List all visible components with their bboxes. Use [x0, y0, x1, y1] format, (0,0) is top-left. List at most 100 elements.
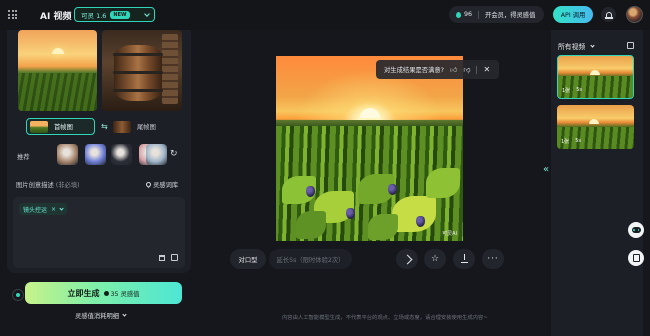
copy-icon[interactable]	[627, 42, 634, 49]
barrel-hoop	[113, 71, 163, 74]
more-icon: ···	[487, 254, 499, 264]
barrel-hoop	[113, 53, 163, 56]
lip-sync-button[interactable]: 对口型	[230, 249, 266, 269]
left-panel: 首帧图 ⇆ 尾帧图 推荐 ↻ 图片创意描述 (非必填) 灵感词库 镜头控运 ×	[7, 30, 191, 273]
recommend-thumb[interactable]	[146, 144, 167, 165]
generate-area: 立即生成 35 灵感值 灵感值消耗明细	[7, 280, 191, 336]
barrel-hoop	[113, 89, 163, 92]
avatar[interactable]	[626, 6, 643, 23]
video-preview[interactable]: 可灵AI	[276, 56, 463, 241]
bell-icon	[604, 11, 613, 19]
top-bar: AI 视频 可灵 1.6 NEW 96 开会员，得灵感值 API 调用	[0, 0, 650, 30]
tab-last-frame[interactable]: 尾帧图	[110, 118, 170, 135]
leaf-shape	[392, 196, 436, 232]
extend-button[interactable]: 延长5s（限时体验2次）	[269, 249, 352, 269]
thumb-down-icon[interactable]: 👎︎	[463, 65, 470, 74]
recommend-label: 推荐	[17, 154, 30, 161]
recommend-thumb[interactable]	[85, 144, 106, 165]
share-button[interactable]	[396, 249, 418, 269]
favorite-button[interactable]: ☆	[424, 249, 446, 269]
model-name: 可灵 1.6	[81, 11, 107, 20]
thumb-up-icon[interactable]: 👍︎	[450, 65, 457, 74]
more-button[interactable]: ···	[482, 249, 504, 269]
video-duration: 5s	[575, 138, 581, 144]
close-icon[interactable]: ×	[51, 206, 56, 213]
water-drop-icon	[456, 11, 461, 18]
tab-first-frame[interactable]: 首帧图	[26, 118, 95, 135]
description-label-text: 图片创意描述	[16, 182, 54, 189]
video-count: 1张	[562, 88, 571, 94]
video-count: 1张	[561, 139, 570, 145]
leaf-shape	[368, 214, 398, 240]
camera-tag-label: 镜头控运	[23, 206, 48, 214]
feedback-bar: 对生成结果是否满意? 👍︎ 👎︎ ✕	[376, 60, 499, 79]
vine-rows	[18, 73, 97, 111]
video-item[interactable]: 1张 5s	[557, 55, 634, 99]
first-frame-thumb	[30, 120, 48, 133]
sun-shape	[52, 48, 64, 54]
document-icon	[632, 254, 640, 262]
last-frame-image[interactable]	[102, 30, 182, 111]
description-input[interactable]: 镜头控运 ×	[13, 197, 185, 268]
edit-icon[interactable]	[171, 254, 178, 261]
leaf-shape	[296, 211, 326, 239]
footer-disclaimer: 内容由人工智能模型生成，不代表平台的观点、立场或态度，请合理安装使用生成内容~	[282, 315, 488, 321]
new-badge: NEW	[110, 10, 130, 19]
inspiration-link[interactable]: 灵感词库	[144, 180, 179, 189]
model-select[interactable]: 可灵 1.6 NEW	[74, 7, 155, 22]
download-icon	[460, 253, 468, 263]
recommend-thumb[interactable]	[57, 144, 78, 165]
last-frame-label: 尾帧图	[137, 124, 156, 131]
first-frame-label: 首帧图	[54, 124, 73, 131]
video-list-title-label: 所有视频	[558, 43, 586, 51]
grape-shape	[388, 184, 397, 195]
first-frame-image[interactable]	[18, 30, 97, 111]
menu-icon[interactable]	[8, 10, 17, 19]
refresh-icon[interactable]: ↻	[170, 149, 178, 159]
optional-hint: (非必填)	[55, 182, 80, 189]
chevron-down-icon[interactable]	[59, 205, 64, 211]
chevron-down-icon	[122, 312, 127, 317]
expand-left-icon[interactable]: «	[543, 164, 549, 175]
sun-shape	[589, 119, 599, 124]
recommend-thumb[interactable]	[111, 144, 132, 165]
divider	[476, 65, 478, 74]
robot-icon	[631, 227, 641, 233]
generate-cost: 35 灵感值	[103, 289, 140, 298]
download-button[interactable]	[453, 249, 475, 269]
mode-toggle-icon[interactable]	[12, 289, 24, 301]
chevron-down-icon	[590, 42, 595, 48]
video-duration: 5s	[576, 87, 582, 93]
video-meta: 1张 5s	[561, 138, 581, 145]
pin-icon	[144, 180, 153, 189]
close-icon[interactable]: ✕	[483, 65, 490, 74]
feedback-doc-button[interactable]	[628, 250, 644, 266]
watermark: 可灵AI	[442, 231, 457, 237]
generate-button[interactable]: 立即生成 35 灵感值	[25, 282, 182, 304]
camera-tag[interactable]: 镜头控运 ×	[19, 203, 68, 215]
right-panel: 所有视频 1张 5s 1张 5s	[551, 30, 643, 336]
generate-cost-value: 35 灵感值	[110, 290, 140, 298]
inspiration-link-label: 灵感词库	[153, 182, 179, 189]
app-title: AI 视频	[40, 12, 72, 22]
leaf-shape	[426, 168, 460, 198]
grape-shape	[416, 216, 425, 227]
grape-shape	[306, 186, 315, 197]
sun-shape	[590, 70, 600, 75]
swap-icon[interactable]: ⇆	[101, 122, 108, 131]
credit-box[interactable]: 96 开会员，得灵感值	[449, 6, 544, 23]
assistant-button[interactable]	[628, 222, 644, 238]
video-item[interactable]: 1张 5s	[557, 105, 634, 149]
credit-value: 96	[464, 11, 473, 18]
membership-link[interactable]: 开会员，得灵感值	[485, 10, 535, 19]
trash-icon[interactable]	[159, 255, 165, 261]
api-button[interactable]: API 调用	[553, 6, 593, 23]
notification-button[interactable]	[601, 7, 616, 22]
description-label: 图片创意描述 (非必填)	[16, 180, 80, 189]
video-list-title[interactable]: 所有视频	[558, 41, 595, 51]
grape-shape	[346, 208, 355, 219]
feedback-question: 对生成结果是否满意?	[384, 67, 445, 74]
consume-detail-link[interactable]: 灵感值消耗明细	[75, 311, 127, 320]
send-icon	[402, 254, 412, 264]
water-drop-icon	[103, 290, 109, 296]
